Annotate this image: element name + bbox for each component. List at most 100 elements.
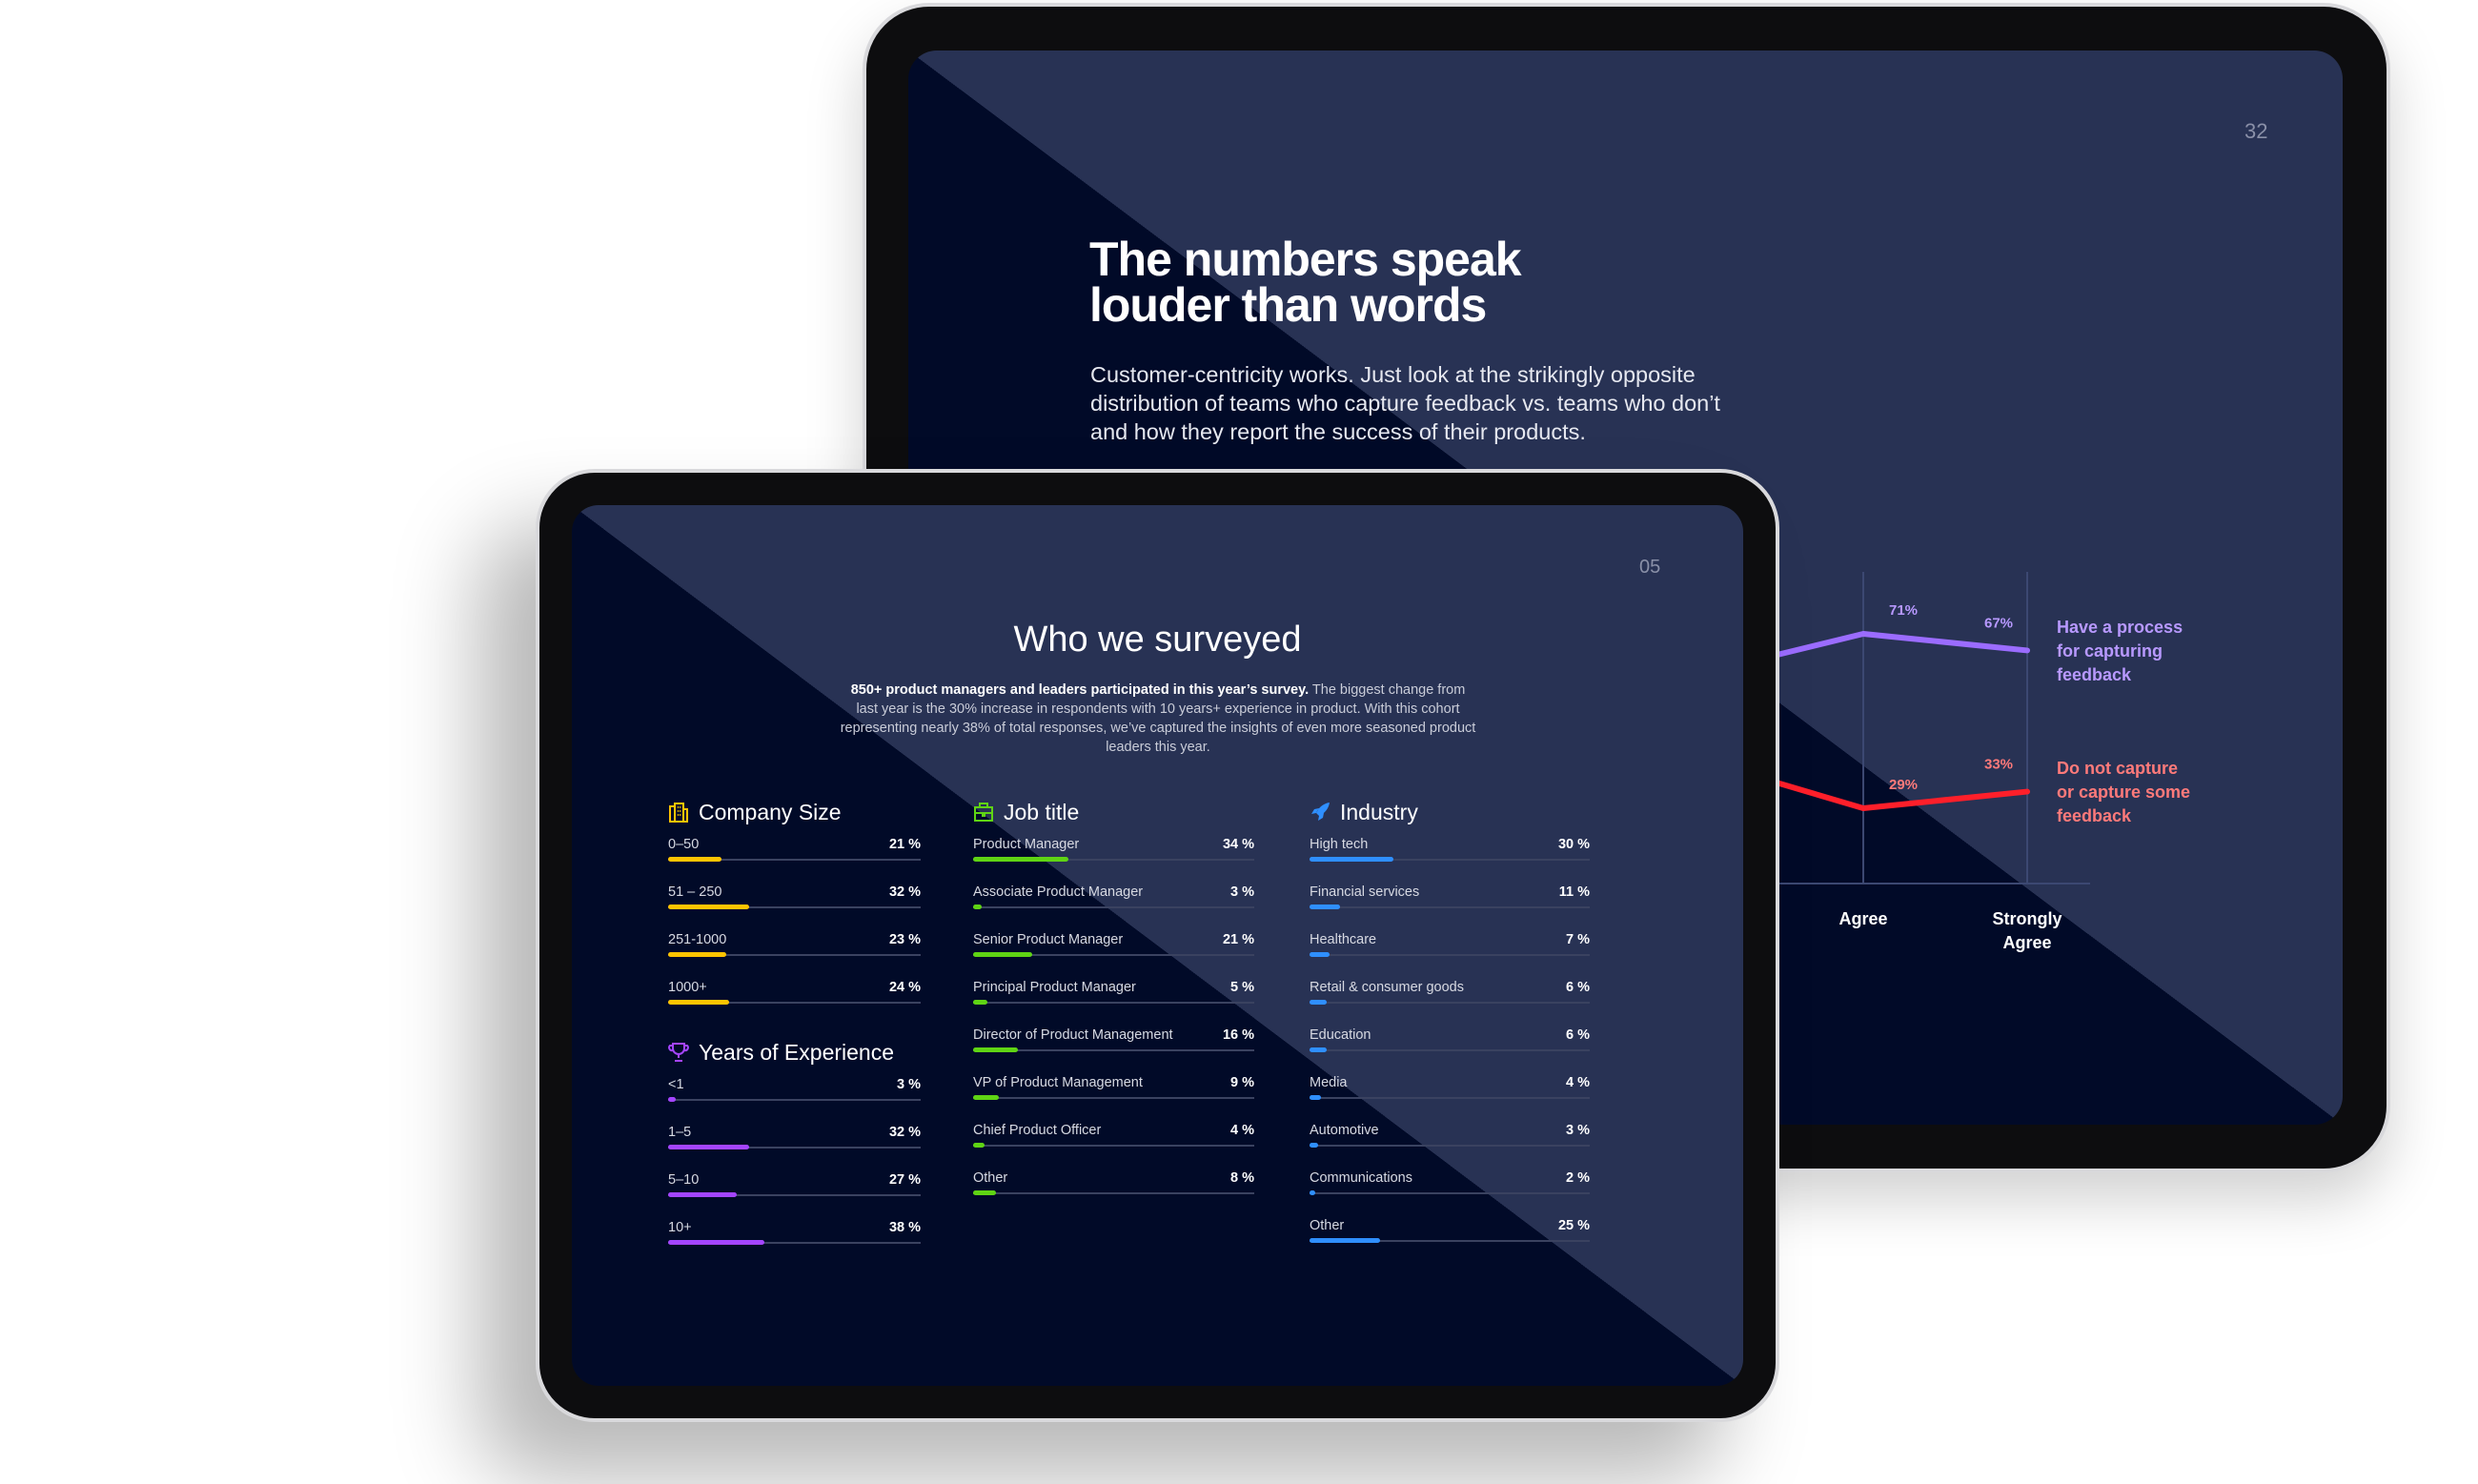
stat-label: 1000+ bbox=[668, 980, 707, 995]
section-header: Industry bbox=[1310, 796, 1590, 828]
stat-label: Associate Product Manager bbox=[973, 884, 1144, 900]
stat-row: Director of Product Management 16 % bbox=[973, 1025, 1254, 1072]
stat-label: Principal Product Manager bbox=[973, 980, 1136, 995]
stat-row: Education 6 % bbox=[1310, 1025, 1590, 1072]
stat-bar-track bbox=[973, 952, 1254, 957]
section-title: Job title bbox=[1004, 799, 1080, 824]
paragraph-bold: 850+ product managers and leaders partic… bbox=[850, 682, 1310, 698]
stat-value: 32 % bbox=[888, 884, 921, 900]
stat-bar-fill bbox=[668, 1000, 729, 1005]
stat-value: 7 % bbox=[1566, 932, 1590, 947]
stat-bar-fill bbox=[668, 1192, 737, 1197]
section-title: Industry bbox=[1340, 799, 1418, 824]
stat-row: Principal Product Manager 5 % bbox=[973, 977, 1254, 1025]
stat-row: Chief Product Officer 4 % bbox=[973, 1120, 1254, 1168]
slide-paragraph: Customer-centricity works. Just look at … bbox=[1090, 362, 1720, 444]
stat-row: VP of Product Management 9 % bbox=[973, 1072, 1254, 1120]
stat-bar-fill bbox=[1310, 1143, 1318, 1148]
stat-bar-fill bbox=[973, 857, 1069, 862]
stat-row: <1 3 % bbox=[668, 1074, 921, 1122]
stat-label: Education bbox=[1310, 1027, 1371, 1043]
stat-row: Communications 2 % bbox=[1310, 1168, 1590, 1215]
stat-bar-track bbox=[1310, 905, 1590, 909]
stat-bar-fill bbox=[1310, 1190, 1315, 1195]
stat-bar-track bbox=[1310, 857, 1590, 862]
section-header: Company Size bbox=[668, 796, 921, 828]
stat-row: Media 4 % bbox=[1310, 1072, 1590, 1120]
stat-bar-fill bbox=[973, 1047, 1019, 1052]
stat-value: 34 % bbox=[1222, 837, 1254, 852]
stat-row: Product Manager 34 % bbox=[973, 834, 1254, 882]
stat-bar-fill bbox=[1310, 1047, 1327, 1052]
stat-bar-fill bbox=[1310, 1238, 1380, 1243]
stat-label: 5–10 bbox=[668, 1172, 700, 1188]
stat-value: 24 % bbox=[888, 980, 921, 995]
stat-label: <1 bbox=[668, 1077, 684, 1092]
stat-value: 38 % bbox=[888, 1220, 921, 1235]
stat-label: 1–5 bbox=[668, 1125, 692, 1140]
stat-bar-track bbox=[973, 905, 1254, 909]
stat-label: Senior Product Manager bbox=[973, 932, 1124, 947]
trophy-icon bbox=[668, 1042, 689, 1063]
stat-label: Director of Product Management bbox=[973, 1027, 1173, 1043]
stat-row: 10+ 38 % bbox=[668, 1217, 921, 1265]
stat-value: 6 % bbox=[1566, 980, 1590, 995]
stat-bar-track bbox=[668, 1000, 921, 1005]
section-header: Job title bbox=[973, 796, 1254, 828]
stat-row: 251-1000 23 % bbox=[668, 929, 921, 977]
stat-label: Healthcare bbox=[1310, 932, 1377, 947]
stat-value: 4 % bbox=[1566, 1075, 1590, 1090]
stat-row: 5–10 27 % bbox=[668, 1169, 921, 1217]
stat-label: High tech bbox=[1310, 837, 1369, 852]
stat-row: Associate Product Manager 3 % bbox=[973, 882, 1254, 929]
stat-label: Retail & consumer goods bbox=[1310, 980, 1464, 995]
stat-label: Financial services bbox=[1310, 884, 1420, 900]
stat-bar-track bbox=[668, 857, 921, 862]
stat-row: 1–5 32 % bbox=[668, 1122, 921, 1169]
stat-value: 3 % bbox=[897, 1077, 921, 1092]
stat-bar-track bbox=[1310, 1238, 1590, 1243]
job-title-section: Job title Product Manager 34 % Associate… bbox=[973, 796, 1254, 1215]
stat-row: Financial services 11 % bbox=[1310, 882, 1590, 929]
stat-bar-fill bbox=[1310, 1095, 1321, 1100]
slide-paragraph: 850+ product managers and leaders partic… bbox=[839, 681, 1477, 757]
stat-bar-track bbox=[973, 1000, 1254, 1005]
stat-label: 51 – 250 bbox=[668, 884, 722, 900]
stat-bar-fill bbox=[1310, 905, 1341, 909]
stat-bar-track bbox=[668, 952, 921, 957]
stat-bar-fill bbox=[973, 1000, 987, 1005]
section-title: Years of Experience bbox=[699, 1039, 895, 1065]
stat-value: 2 % bbox=[1566, 1170, 1590, 1186]
stat-value: 25 % bbox=[1557, 1218, 1590, 1233]
stat-value: 6 % bbox=[1566, 1027, 1590, 1043]
stat-bar-fill bbox=[668, 905, 749, 909]
stat-value: 3 % bbox=[1566, 1123, 1590, 1138]
stat-row: 51 – 250 32 % bbox=[668, 882, 921, 929]
stat-value: 27 % bbox=[888, 1172, 921, 1188]
stat-bar-fill bbox=[973, 1190, 996, 1195]
stat-bar-fill bbox=[1310, 1000, 1327, 1005]
stat-bar-fill bbox=[1310, 952, 1330, 957]
briefcase-icon bbox=[973, 802, 994, 823]
stat-bar-track bbox=[668, 1192, 921, 1197]
stat-value: 5 % bbox=[1230, 980, 1254, 995]
stat-row: Other 8 % bbox=[973, 1168, 1254, 1215]
slide-title: Who we surveyed bbox=[1013, 620, 1302, 660]
stat-label: Other bbox=[973, 1170, 1008, 1186]
stat-row: Senior Product Manager 21 % bbox=[973, 929, 1254, 977]
stat-label: Communications bbox=[1310, 1170, 1412, 1186]
front-tablet: 05 Who we surveyed 850+ product managers… bbox=[536, 469, 1779, 1422]
stat-label: VP of Product Management bbox=[973, 1075, 1143, 1090]
front-slide: 05 Who we surveyed 850+ product managers… bbox=[572, 505, 1743, 1386]
stat-value: 30 % bbox=[1557, 837, 1590, 852]
stat-value: 16 % bbox=[1222, 1027, 1254, 1043]
stat-bar-track bbox=[973, 857, 1254, 862]
company-size-section: Company Size 0–50 21 % 51 – 250 32 % 251… bbox=[668, 796, 921, 1025]
stat-value: 21 % bbox=[1222, 932, 1254, 947]
stat-bar-track bbox=[1310, 1095, 1590, 1100]
stat-label: 10+ bbox=[668, 1220, 692, 1235]
stat-bar-track bbox=[1310, 1190, 1590, 1195]
stat-bar-track bbox=[668, 905, 921, 909]
stat-bar-track bbox=[668, 1240, 921, 1245]
building-icon bbox=[668, 802, 689, 823]
